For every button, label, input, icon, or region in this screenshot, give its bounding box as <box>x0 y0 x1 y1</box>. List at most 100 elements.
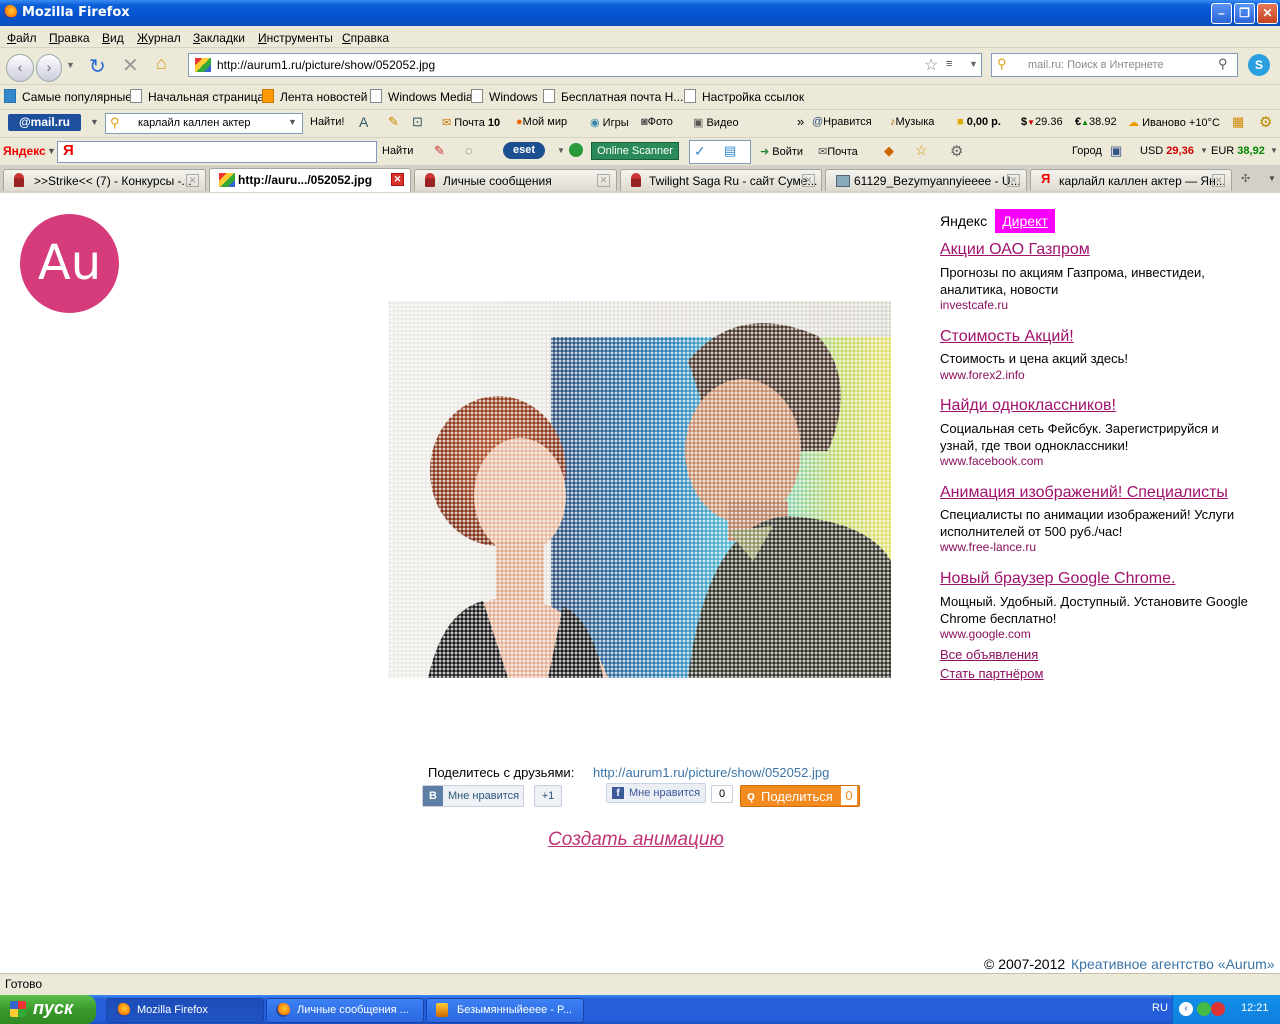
bookmark-windows[interactable]: Windows <box>471 89 538 104</box>
new-tab-icon[interactable]: ✣ <box>1241 172 1250 185</box>
close-tab-icon[interactable]: ✕ <box>391 173 404 186</box>
tab-list-dropdown-icon[interactable]: ▼ <box>1268 174 1276 183</box>
menu-bookmarks[interactable]: Закладки <box>193 31 245 45</box>
ad-title[interactable]: Стоимость Акций! <box>940 328 1074 346</box>
tab-strike[interactable]: >>Strike<< (7) - Конкурсы -... ✕ <box>3 169 206 191</box>
vk-like-button[interactable]: В Мне нравится <box>422 785 524 807</box>
mailru-find-button[interactable]: Найти! <box>310 116 344 128</box>
tray-antivirus-icon[interactable] <box>1211 1002 1225 1016</box>
search-field[interactable]: ⚲ mail.ru: Поиск в Интернете ⚲ <box>991 53 1238 77</box>
weather-map-icon[interactable]: ▦ <box>1232 114 1244 130</box>
music-button[interactable]: ♪Музыка <box>890 116 934 128</box>
ad-title[interactable]: Найди одноклассников! <box>940 397 1116 415</box>
menu-edit[interactable]: Правка <box>49 31 90 45</box>
zoom-icon[interactable]: ⊡ <box>412 114 423 130</box>
close-window-button[interactable]: ✕ <box>1257 3 1278 24</box>
url-dropdown-icon[interactable]: ▼ <box>969 59 978 69</box>
currency-dropdown-icon[interactable]: ▼ <box>1200 146 1208 155</box>
games-button[interactable]: ◉ Игры <box>590 116 629 129</box>
mailru-menu-dropdown-icon[interactable]: ▼ <box>90 117 99 127</box>
mailru-settings-icon[interactable]: ⚙ <box>1259 113 1272 131</box>
create-animation-link[interactable]: Создать анимацию <box>548 829 724 851</box>
weather-button[interactable]: ☁ Иваново +10°C <box>1128 116 1220 129</box>
close-tab-icon[interactable]: ✕ <box>1212 174 1225 187</box>
task-messages[interactable]: Личные сообщения ... <box>266 998 424 1023</box>
yandex-settings-icon[interactable]: ⚙ <box>950 142 963 160</box>
yandex-logo[interactable]: Яндекс <box>3 144 46 158</box>
bookmark-link-settings[interactable]: Настройка ссылок <box>684 89 804 104</box>
city-button[interactable]: Город <box>1072 145 1102 157</box>
ad-url[interactable]: www.facebook.com <box>940 454 1043 468</box>
like-button[interactable]: @Нравится <box>812 116 872 128</box>
close-tab-icon[interactable]: ✕ <box>1007 174 1020 187</box>
direct-link[interactable]: Директ <box>995 209 1055 233</box>
ad-url[interactable]: www.forex2.info <box>940 368 1025 382</box>
tab-twilight[interactable]: Twilight Saga Ru - сайт Суме... ✕ <box>620 169 822 191</box>
history-dropdown-icon[interactable]: ▼ <box>66 60 75 70</box>
stop-icon[interactable]: ✕ <box>122 53 139 78</box>
maximize-button[interactable]: ❐ <box>1234 3 1255 24</box>
become-partner-link[interactable]: Стать партнёром <box>940 666 1043 681</box>
language-indicator[interactable]: RU <box>1152 1002 1168 1014</box>
menu-help[interactable]: Справка <box>342 31 389 45</box>
minimize-button[interactable]: – <box>1211 3 1232 24</box>
menu-history[interactable]: Журнал <box>137 31 181 45</box>
bookmark-windows-media[interactable]: Windows Media <box>370 89 473 104</box>
tab-yandex-search[interactable]: Я карлайл каллен актер — Ян... ✕ <box>1030 169 1232 191</box>
comment-icon[interactable]: ◌ <box>465 143 473 158</box>
ad-title[interactable]: Новый браузер Google Chrome. <box>940 570 1175 588</box>
eset-dropdown-icon[interactable]: ▼ <box>557 146 565 155</box>
yandex-mail-button[interactable]: ✉Почта <box>818 145 858 158</box>
bookmark-star-icon[interactable]: ☆ <box>924 55 938 75</box>
google-plus-one-button[interactable]: +1 <box>534 785 562 807</box>
mailru-mail-button[interactable]: ✉ Почта 10 <box>442 116 500 129</box>
facebook-like-button[interactable]: f Мне нравится <box>606 783 706 803</box>
agency-link[interactable]: Креативное агентство «Aurum» <box>1071 956 1275 972</box>
toolbar-overflow-icon[interactable]: » <box>797 114 804 129</box>
task-paint[interactable]: Безымянныйeeee - P... <box>426 998 584 1023</box>
mymir-button[interactable]: ●Мой мир <box>516 116 567 128</box>
search-engine-icon[interactable]: ⚲ <box>997 56 1007 72</box>
tab-image[interactable]: http://auru.../052052.jpg ✕ <box>209 168 411 192</box>
bookmark-most-popular[interactable]: Самые популярные <box>4 89 132 104</box>
mailru-search-input[interactable]: ⚲ карлайл каллен актер ▼ <box>105 113 303 134</box>
task-firefox[interactable]: Mozilla Firefox <box>106 998 264 1023</box>
tray-expand-icon[interactable]: ‹ <box>1179 1002 1193 1016</box>
yandex-search-input[interactable]: Я <box>57 141 377 163</box>
close-tab-icon[interactable]: ✕ <box>597 174 610 187</box>
online-scanner-button[interactable]: Online Scanner <box>591 142 679 160</box>
money-button[interactable]: ■ 0,00 р. <box>957 116 1001 128</box>
bookmark-free-mail[interactable]: Бесплатная почта Н... <box>543 89 683 104</box>
all-ads-link[interactable]: Все объявления <box>940 647 1038 662</box>
tab-bezymyannyi[interactable]: 61129_Bezymyannyieeee - U... ✕ <box>825 169 1027 191</box>
mailru-search-dropdown-icon[interactable]: ▼ <box>288 117 297 127</box>
close-tab-icon[interactable]: ✕ <box>802 174 815 187</box>
ad-url[interactable]: investcafe.ru <box>940 298 1008 312</box>
bookmark-start-page[interactable]: Начальная страница <box>130 89 264 104</box>
ad-title[interactable]: Акции ОАО Газпром <box>940 241 1090 259</box>
pencil-icon[interactable]: ✎ <box>434 143 445 159</box>
start-button[interactable]: пуск <box>0 995 96 1024</box>
spellcheck-widget[interactable]: ✓ ▤ <box>689 140 751 164</box>
search-go-icon[interactable]: ⚲ <box>1218 56 1228 72</box>
yandex-find-button[interactable]: Найти <box>382 145 413 157</box>
close-tab-icon[interactable]: ✕ <box>186 174 199 187</box>
ad-url[interactable]: www.free-lance.ru <box>940 540 1036 554</box>
map-icon[interactable]: ▣ <box>1110 143 1122 159</box>
url-field[interactable]: http://aurum1.ru/picture/show/052052.jpg… <box>188 53 982 77</box>
highlight-icon[interactable]: ✎ <box>388 114 399 130</box>
odnoklassniki-share-button[interactable]: ǫ Поделиться 0 <box>740 785 860 807</box>
bag-icon[interactable]: ◆ <box>884 143 894 159</box>
tray-network-icon[interactable] <box>1197 1002 1211 1016</box>
menu-view[interactable]: Вид <box>102 31 124 45</box>
skype-icon[interactable]: S <box>1248 54 1270 76</box>
eur-dropdown-icon[interactable]: ▼ <box>1270 146 1278 155</box>
back-button[interactable]: ‹ <box>6 54 34 82</box>
menu-tools[interactable]: Инструменты <box>258 31 333 45</box>
bookmark-news-feed[interactable]: Лента новостей <box>262 89 368 104</box>
reload-icon[interactable]: ↻ <box>89 54 106 79</box>
ad-url[interactable]: www.google.com <box>940 627 1031 641</box>
photo-button[interactable]: ◙Фото <box>641 116 673 128</box>
rss-feed-icon[interactable]: ≡ <box>946 58 952 70</box>
home-icon[interactable]: ⌂ <box>156 53 167 74</box>
